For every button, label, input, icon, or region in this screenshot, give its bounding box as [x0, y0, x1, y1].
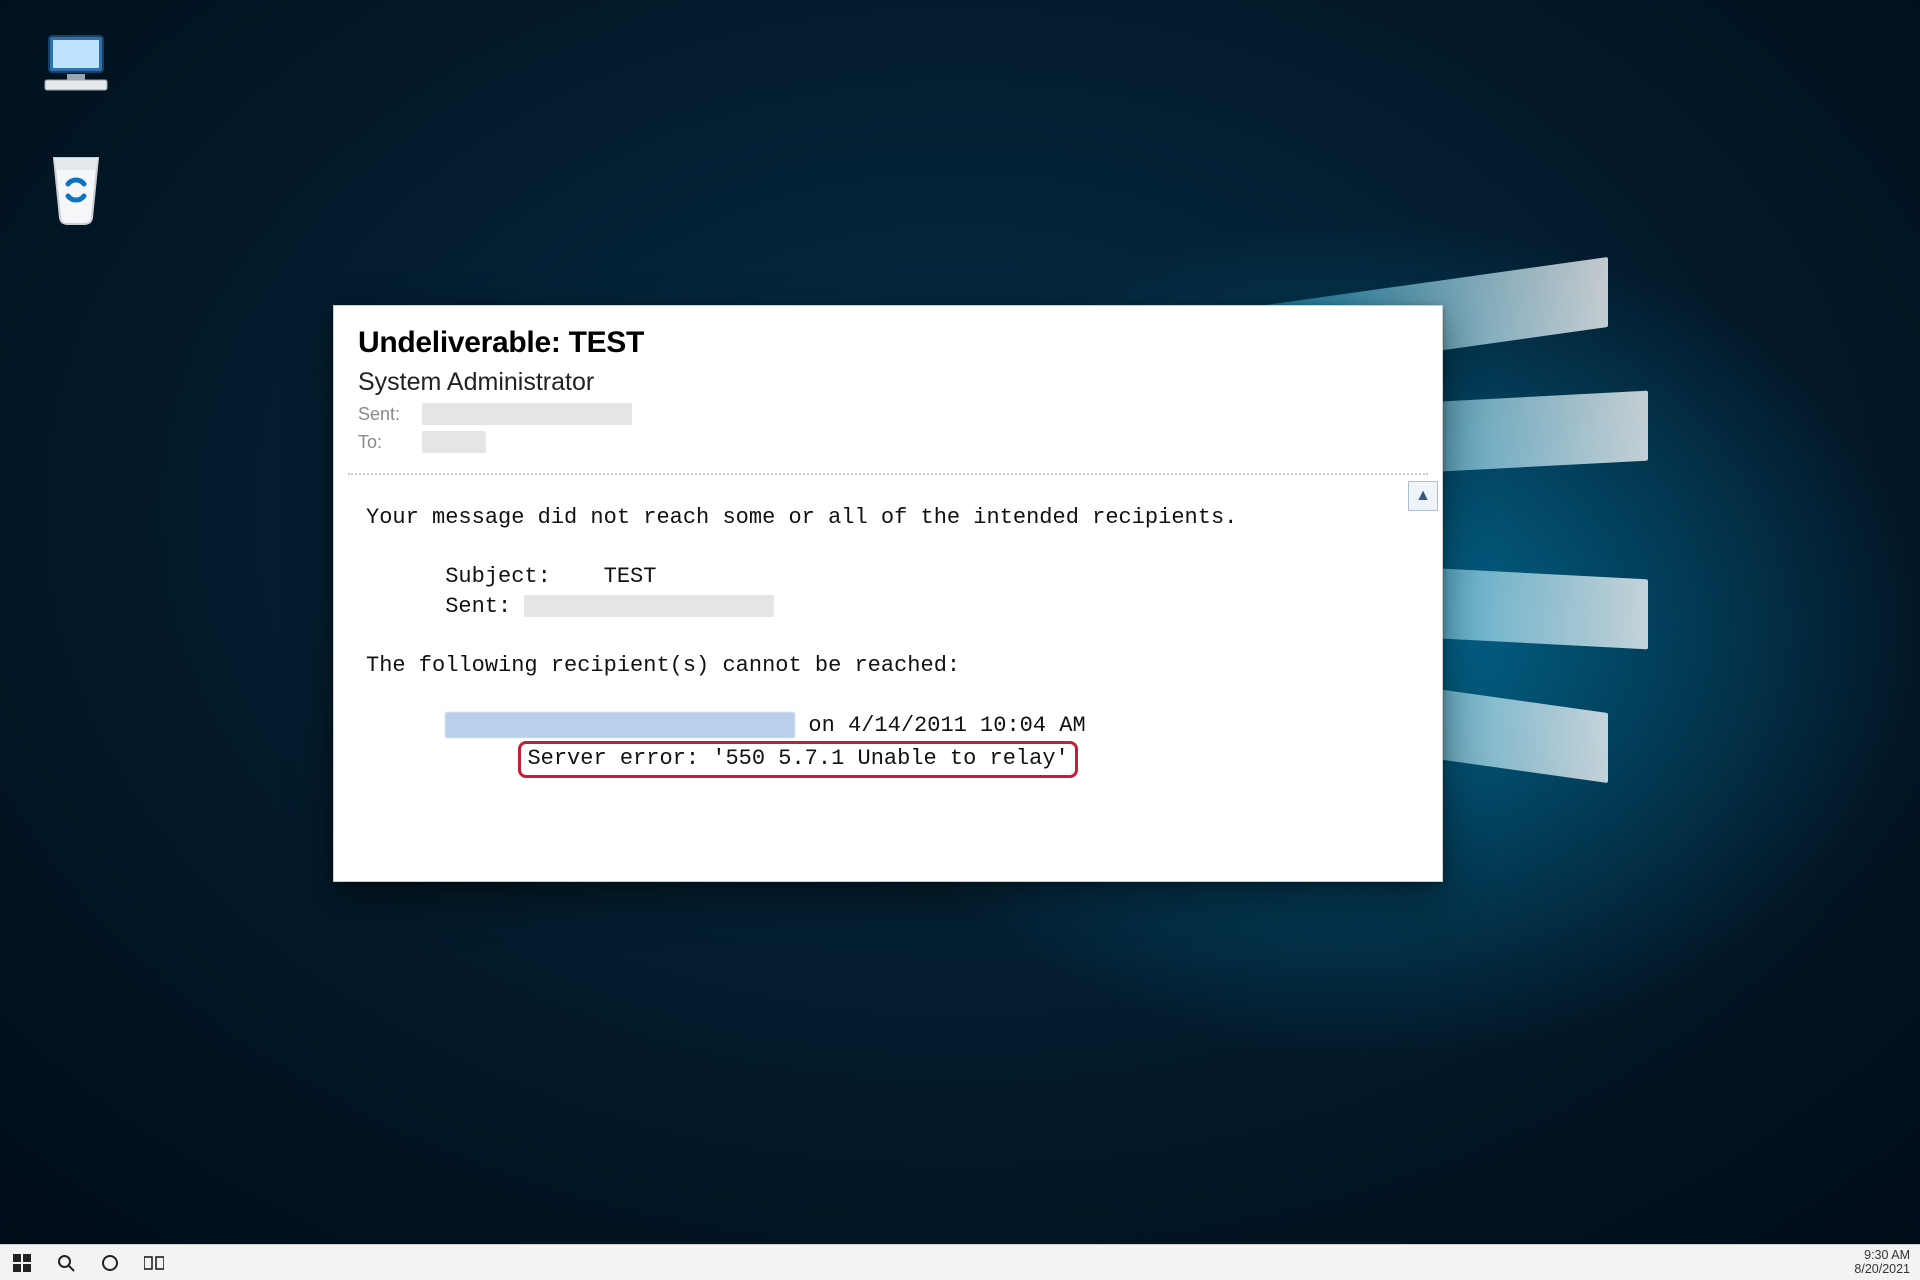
email-body: Your message did not reach some or all o…: [366, 503, 1422, 778]
body-sent-value-redacted: [524, 595, 774, 617]
email-message-window: Undeliverable: TEST System Administrator…: [333, 305, 1443, 882]
clock-time: 9:30 AM: [1864, 1249, 1910, 1262]
body-sent-label: Sent:: [445, 594, 511, 619]
body-line-intro: Your message did not reach some or all o…: [366, 505, 1237, 530]
clock-date: 8/20/2021: [1854, 1263, 1910, 1276]
email-meta-sent: Sent:: [358, 403, 1416, 425]
start-button[interactable]: [10, 1251, 34, 1275]
email-from: System Administrator: [358, 368, 1416, 397]
task-view-button[interactable]: [142, 1251, 166, 1275]
server-error-highlight: Server error: '550 5.7.1 Unable to relay…: [518, 741, 1077, 779]
email-subject: Undeliverable: TEST: [358, 326, 1416, 360]
email-sent-label: Sent:: [358, 404, 408, 425]
body-subject-label: Subject:: [445, 564, 551, 589]
desktop-wallpaper: Undeliverable: TEST System Administrator…: [0, 0, 1920, 1280]
email-header: Undeliverable: TEST System Administrator…: [334, 306, 1442, 465]
email-to-label: To:: [358, 432, 408, 453]
desktop-icon-this-pc[interactable]: [36, 24, 116, 104]
chevron-up-icon: ▲: [1415, 487, 1431, 505]
search-button[interactable]: [54, 1251, 78, 1275]
taskbar: 9:30 AM 8/20/2021: [0, 1244, 1920, 1280]
recipient-timestamp: on 4/14/2011 10:04 AM: [795, 713, 1085, 738]
email-to-value-redacted: [422, 431, 486, 453]
body-subject-value: TEST: [604, 564, 657, 589]
server-error-text: Server error: '550 5.7.1 Unable to relay…: [527, 746, 1068, 771]
recycle-bin-icon: [44, 150, 108, 226]
desktop-icon-recycle-bin[interactable]: [36, 148, 116, 228]
body-line-recipients: The following recipient(s) cannot be rea…: [366, 653, 960, 678]
search-icon: [57, 1254, 75, 1272]
cortana-button[interactable]: [98, 1251, 122, 1275]
scroll-up-button[interactable]: ▲: [1408, 481, 1438, 511]
system-tray-clock[interactable]: 9:30 AM 8/20/2021: [1854, 1249, 1920, 1275]
windows-logo-icon: [13, 1254, 31, 1272]
computer-icon: [41, 32, 111, 96]
recipient-email-redacted: [445, 712, 795, 738]
email-sent-value-redacted: [422, 403, 632, 425]
circle-icon: [101, 1254, 119, 1272]
task-view-icon: [144, 1255, 164, 1271]
email-meta-to: To:: [358, 431, 1416, 453]
